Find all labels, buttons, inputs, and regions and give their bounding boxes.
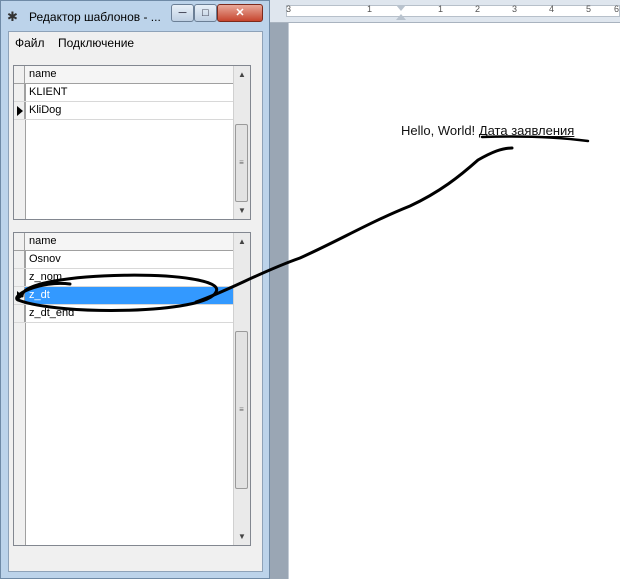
maximize-button[interactable]: □ (194, 4, 217, 22)
row-indicator[interactable] (14, 269, 25, 286)
table-row[interactable]: z_nom (14, 269, 234, 287)
ruler-label: 3 (512, 4, 518, 14)
ruler-label: 4 (549, 4, 555, 14)
row-indicator[interactable] (14, 251, 25, 268)
document-area: 3 1 1 2 3 4 5 6 Hello, World! Дата заявл… (268, 0, 620, 579)
table-cell: KLIENT (29, 86, 68, 98)
table-row[interactable]: KLIENT (14, 84, 234, 102)
menu-bar: Файл Подключение (9, 32, 262, 54)
table-row-selected[interactable]: z_dt (14, 287, 234, 305)
header-indicator (14, 66, 25, 83)
first-line-indent-marker[interactable] (396, 5, 406, 11)
menu-file[interactable]: Файл (15, 36, 45, 50)
template-editor-window: ✱ Редактор шаблонов - ... ─ □ ✕ Файл Под… (0, 0, 270, 579)
vertical-scrollbar[interactable]: ▲ ≡ ▼ (233, 66, 250, 219)
header-indicator (14, 233, 25, 250)
scroll-down-icon[interactable]: ▼ (234, 528, 250, 545)
window-title: Редактор шаблонов - ... (29, 10, 161, 24)
current-row-arrow-icon (17, 291, 23, 301)
title-bar[interactable]: ✱ Редактор шаблонов - ... ─ □ ✕ (1, 1, 269, 31)
grid-header: name (14, 233, 234, 251)
table-row[interactable]: KliDog (14, 102, 234, 120)
row-indicator[interactable] (14, 305, 25, 322)
table-cell: z_nom (29, 271, 63, 283)
fields-grid[interactable]: name Osnov z_nom z_dt z_dt_end ▲ ≡ ▼ (13, 232, 251, 546)
document-line[interactable]: Hello, World! Дата заявления (401, 123, 574, 138)
close-button[interactable]: ✕ (217, 4, 263, 22)
ruler-label: 1 (367, 4, 373, 14)
merge-field[interactable]: Дата заявления (479, 123, 575, 138)
ruler-label: 1 (438, 4, 444, 14)
ruler-label: 3 (286, 4, 292, 14)
horizontal-ruler[interactable]: 3 1 1 2 3 4 5 6 (268, 0, 620, 23)
ruler-track (286, 5, 620, 17)
vertical-scrollbar[interactable]: ▲ ≡ ▼ (233, 233, 250, 545)
menu-connection[interactable]: Подключение (58, 36, 134, 50)
row-indicator[interactable] (14, 84, 25, 101)
table-cell: Osnov (29, 253, 61, 265)
row-indicator[interactable] (14, 287, 25, 304)
table-row[interactable]: z_dt_end (14, 305, 234, 323)
ruler-label: 5 (586, 4, 592, 14)
grid-header: name (14, 66, 234, 84)
ruler-label: 6 (614, 4, 620, 14)
left-indent-marker[interactable] (396, 14, 406, 20)
document-page[interactable]: Hello, World! Дата заявления (288, 23, 620, 579)
ruler-label: 2 (475, 4, 481, 14)
table-row[interactable]: Osnov (14, 251, 234, 269)
table-cell: z_dt (29, 289, 50, 301)
scroll-thumb[interactable]: ≡ (235, 124, 248, 202)
document-text: Hello, World! (401, 123, 476, 138)
minimize-button[interactable]: ─ (171, 4, 194, 22)
table-cell: KliDog (29, 104, 62, 116)
tables-grid[interactable]: name KLIENT KliDog ▲ ≡ ▼ (13, 65, 251, 220)
scroll-up-icon[interactable]: ▲ (234, 233, 250, 250)
current-row-arrow-icon (17, 106, 23, 116)
column-header-name[interactable]: name (29, 68, 57, 80)
scroll-up-icon[interactable]: ▲ (234, 66, 250, 83)
table-cell: z_dt_end (29, 307, 75, 319)
row-indicator[interactable] (14, 102, 25, 119)
tree-app-icon[interactable]: ✱ (7, 9, 23, 25)
scroll-thumb[interactable]: ≡ (235, 331, 248, 489)
column-header-name[interactable]: name (29, 235, 57, 247)
window-client-area: Файл Подключение name KLIENT KliDog ▲ ≡ … (8, 31, 263, 572)
scroll-down-icon[interactable]: ▼ (234, 202, 250, 219)
